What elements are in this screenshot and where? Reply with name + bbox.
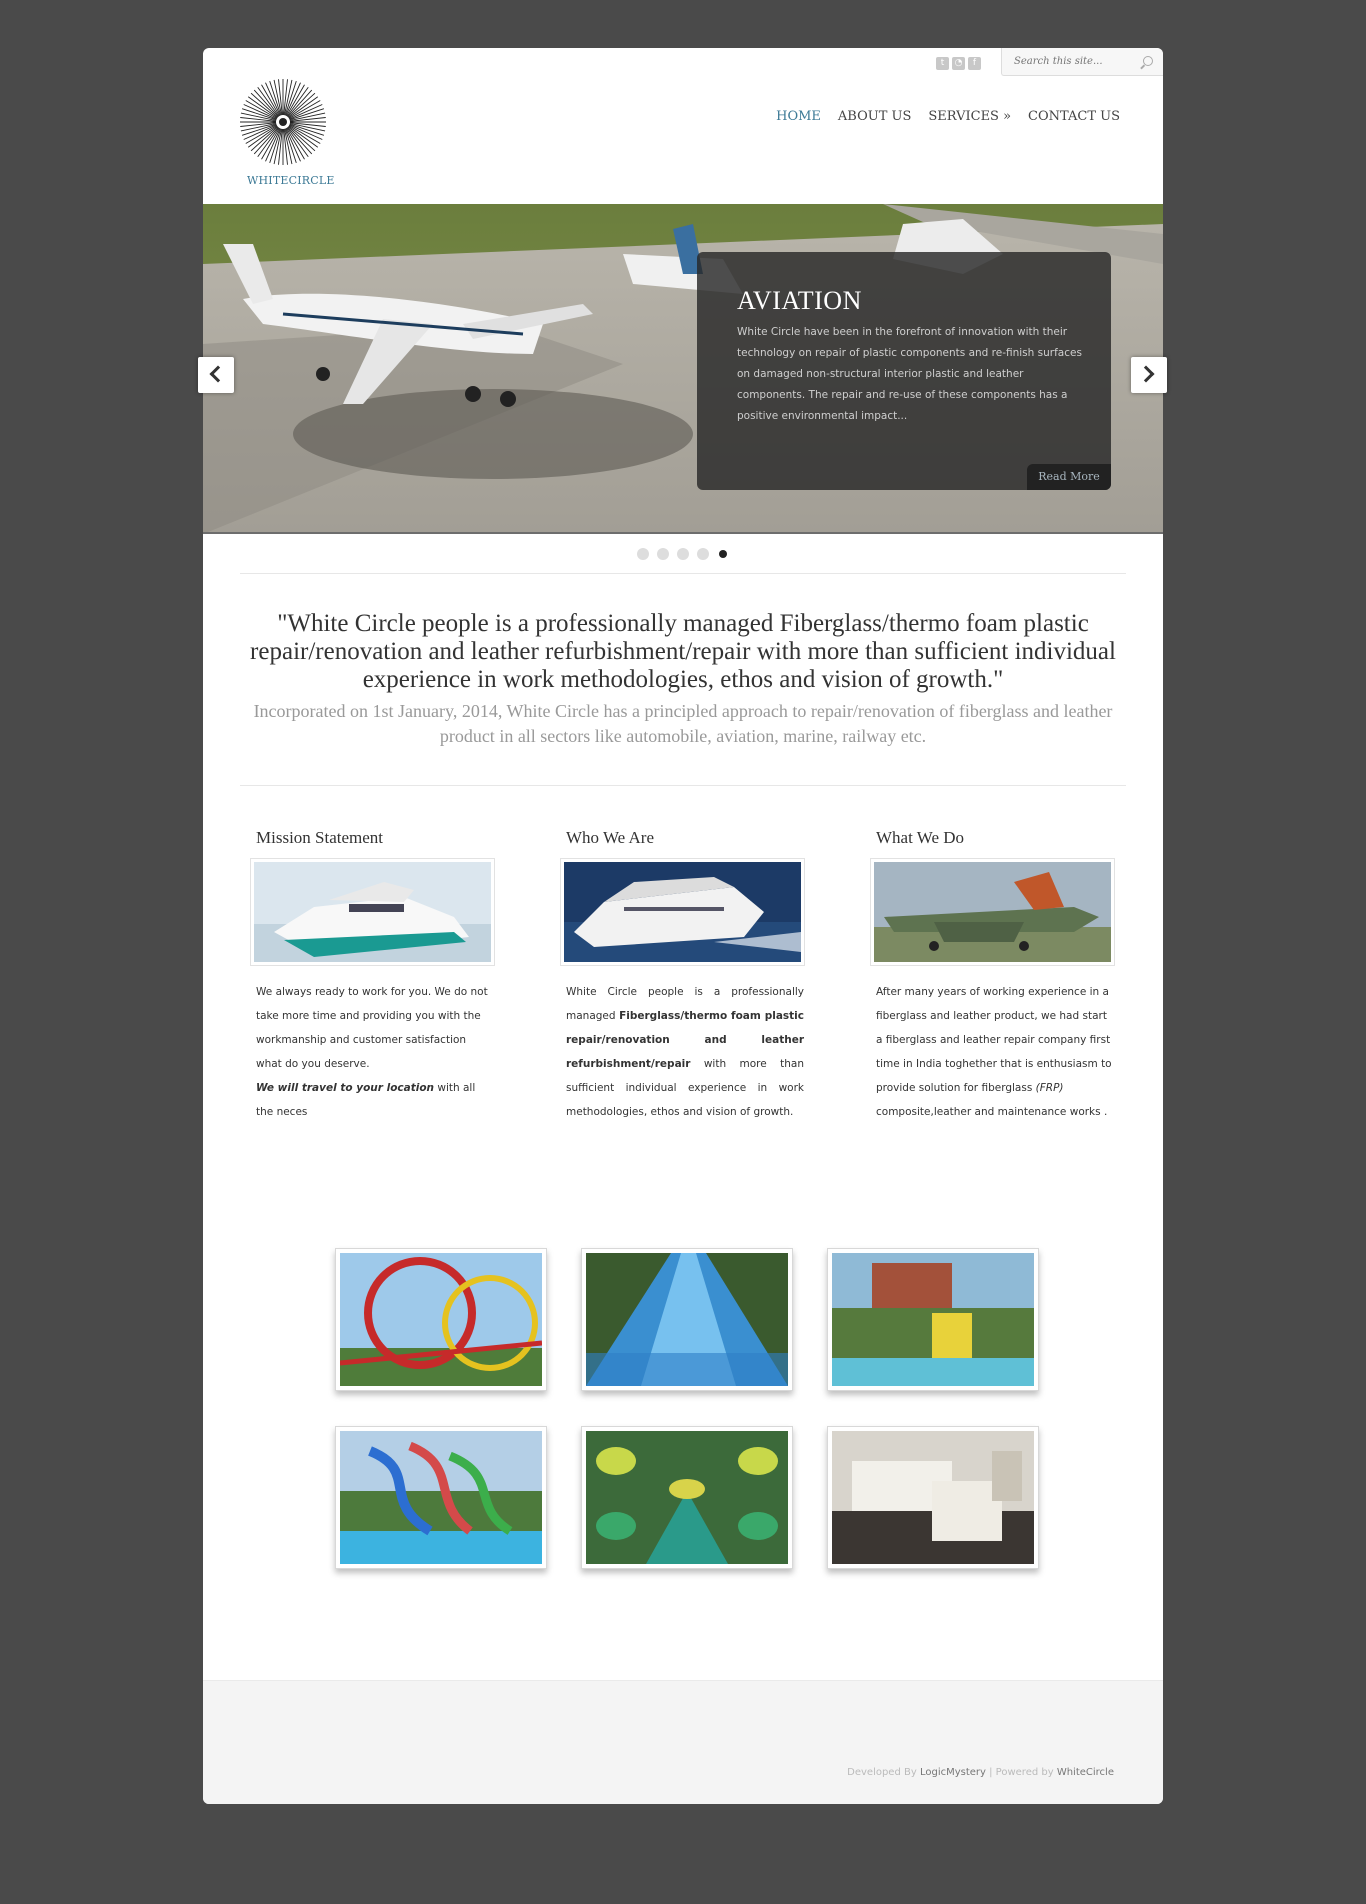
slider-dot[interactable] bbox=[697, 548, 709, 560]
nav-home[interactable]: HOME bbox=[776, 109, 821, 124]
gallery-thumb-museum[interactable] bbox=[827, 1426, 1039, 1569]
gallery-thumb-rollercoaster[interactable] bbox=[335, 1248, 547, 1391]
gallery-thumb-waterslide[interactable] bbox=[581, 1248, 793, 1391]
gallery-thumb-spinning-ride[interactable] bbox=[581, 1426, 793, 1569]
divider bbox=[240, 573, 1126, 574]
slider-prev-button[interactable] bbox=[198, 357, 234, 393]
water-slides-image bbox=[340, 1431, 542, 1564]
hero-slider: AVIATION White Circle have been in the f… bbox=[203, 204, 1163, 534]
mission-text: We always ready to work for you. We do n… bbox=[256, 986, 488, 1118]
slide-title: AVIATION bbox=[737, 286, 862, 315]
waterslide-image bbox=[586, 1253, 788, 1386]
intro-subtext: Incorporated on 1st January, 2014, White… bbox=[253, 701, 1113, 746]
gallery-thumb-water-slides[interactable] bbox=[335, 1426, 547, 1569]
page-container: t ◔ f WHITECIRCLE HOME ABOUT US SERVICES… bbox=[203, 48, 1163, 1804]
search-input[interactable] bbox=[1002, 48, 1132, 74]
mission-column: Mission Statement We always ready to wor… bbox=[250, 828, 495, 1124]
slider-dot[interactable] bbox=[677, 548, 689, 560]
footer-credits: Developed By LogicMystery | Powered by W… bbox=[847, 1767, 1114, 1778]
jet-image bbox=[874, 862, 1111, 962]
social-icons: t ◔ f bbox=[936, 57, 981, 70]
search-box bbox=[1001, 48, 1163, 76]
top-bar: t ◔ f bbox=[203, 48, 1163, 84]
slider-dots bbox=[637, 548, 729, 560]
nav-about-us[interactable]: ABOUT US bbox=[838, 109, 911, 124]
footer: Developed By LogicMystery | Powered by W… bbox=[203, 1680, 1163, 1804]
slider-dot[interactable] bbox=[637, 548, 649, 560]
what-we-do-column: What We Do After many years of working e… bbox=[870, 828, 1115, 1124]
facebook-icon[interactable]: f bbox=[968, 57, 981, 70]
rss-icon[interactable]: ◔ bbox=[952, 57, 965, 70]
slide-caption: AVIATION White Circle have been in the f… bbox=[697, 252, 1111, 490]
museum-image bbox=[832, 1431, 1034, 1564]
nav-services[interactable]: SERVICES » bbox=[928, 109, 1011, 124]
chevron-right-icon bbox=[1137, 365, 1155, 383]
rollercoaster-image bbox=[339, 1253, 543, 1386]
who-we-are-image bbox=[560, 858, 805, 966]
what-we-do-image bbox=[870, 858, 1115, 966]
waterpark-image bbox=[832, 1253, 1034, 1386]
read-more-button[interactable]: Read More bbox=[1027, 464, 1111, 490]
yacht-image bbox=[254, 862, 491, 962]
divider bbox=[240, 785, 1126, 786]
main-nav: HOME ABOUT US SERVICES » CONTACT US bbox=[776, 109, 1120, 124]
who-we-are-column: Who We Are White Circle people is a prof… bbox=[560, 828, 805, 1124]
search-icon[interactable] bbox=[1143, 56, 1153, 66]
gallery-thumb-waterpark[interactable] bbox=[827, 1248, 1039, 1391]
who-we-are-text: White Circle people is a professionally … bbox=[566, 986, 804, 1118]
slider-next-button[interactable] bbox=[1131, 357, 1167, 393]
intro-quote: "White Circle people is a professionally… bbox=[250, 610, 1116, 693]
logo-text[interactable]: WHITECIRCLE bbox=[247, 174, 335, 187]
slider-dot[interactable] bbox=[657, 548, 669, 560]
mission-image bbox=[250, 858, 495, 966]
who-we-are-title: Who We Are bbox=[566, 828, 655, 847]
powered-link[interactable]: WhiteCircle bbox=[1057, 1767, 1114, 1778]
developer-link[interactable]: LogicMystery bbox=[920, 1767, 986, 1778]
superyacht-image bbox=[564, 862, 801, 962]
logo-sunburst[interactable] bbox=[239, 78, 327, 166]
slider-dot[interactable] bbox=[719, 550, 727, 558]
twitter-icon[interactable]: t bbox=[936, 57, 949, 70]
slide-text: White Circle have been in the forefront … bbox=[737, 326, 1082, 422]
spinning-ride-image bbox=[586, 1431, 788, 1564]
nav-contact-us[interactable]: CONTACT US bbox=[1028, 109, 1120, 124]
mission-title: Mission Statement bbox=[256, 828, 384, 847]
what-we-do-title: What We Do bbox=[876, 828, 965, 847]
what-we-do-text: After many years of working experience i… bbox=[876, 986, 1112, 1118]
chevron-left-icon bbox=[209, 365, 227, 383]
